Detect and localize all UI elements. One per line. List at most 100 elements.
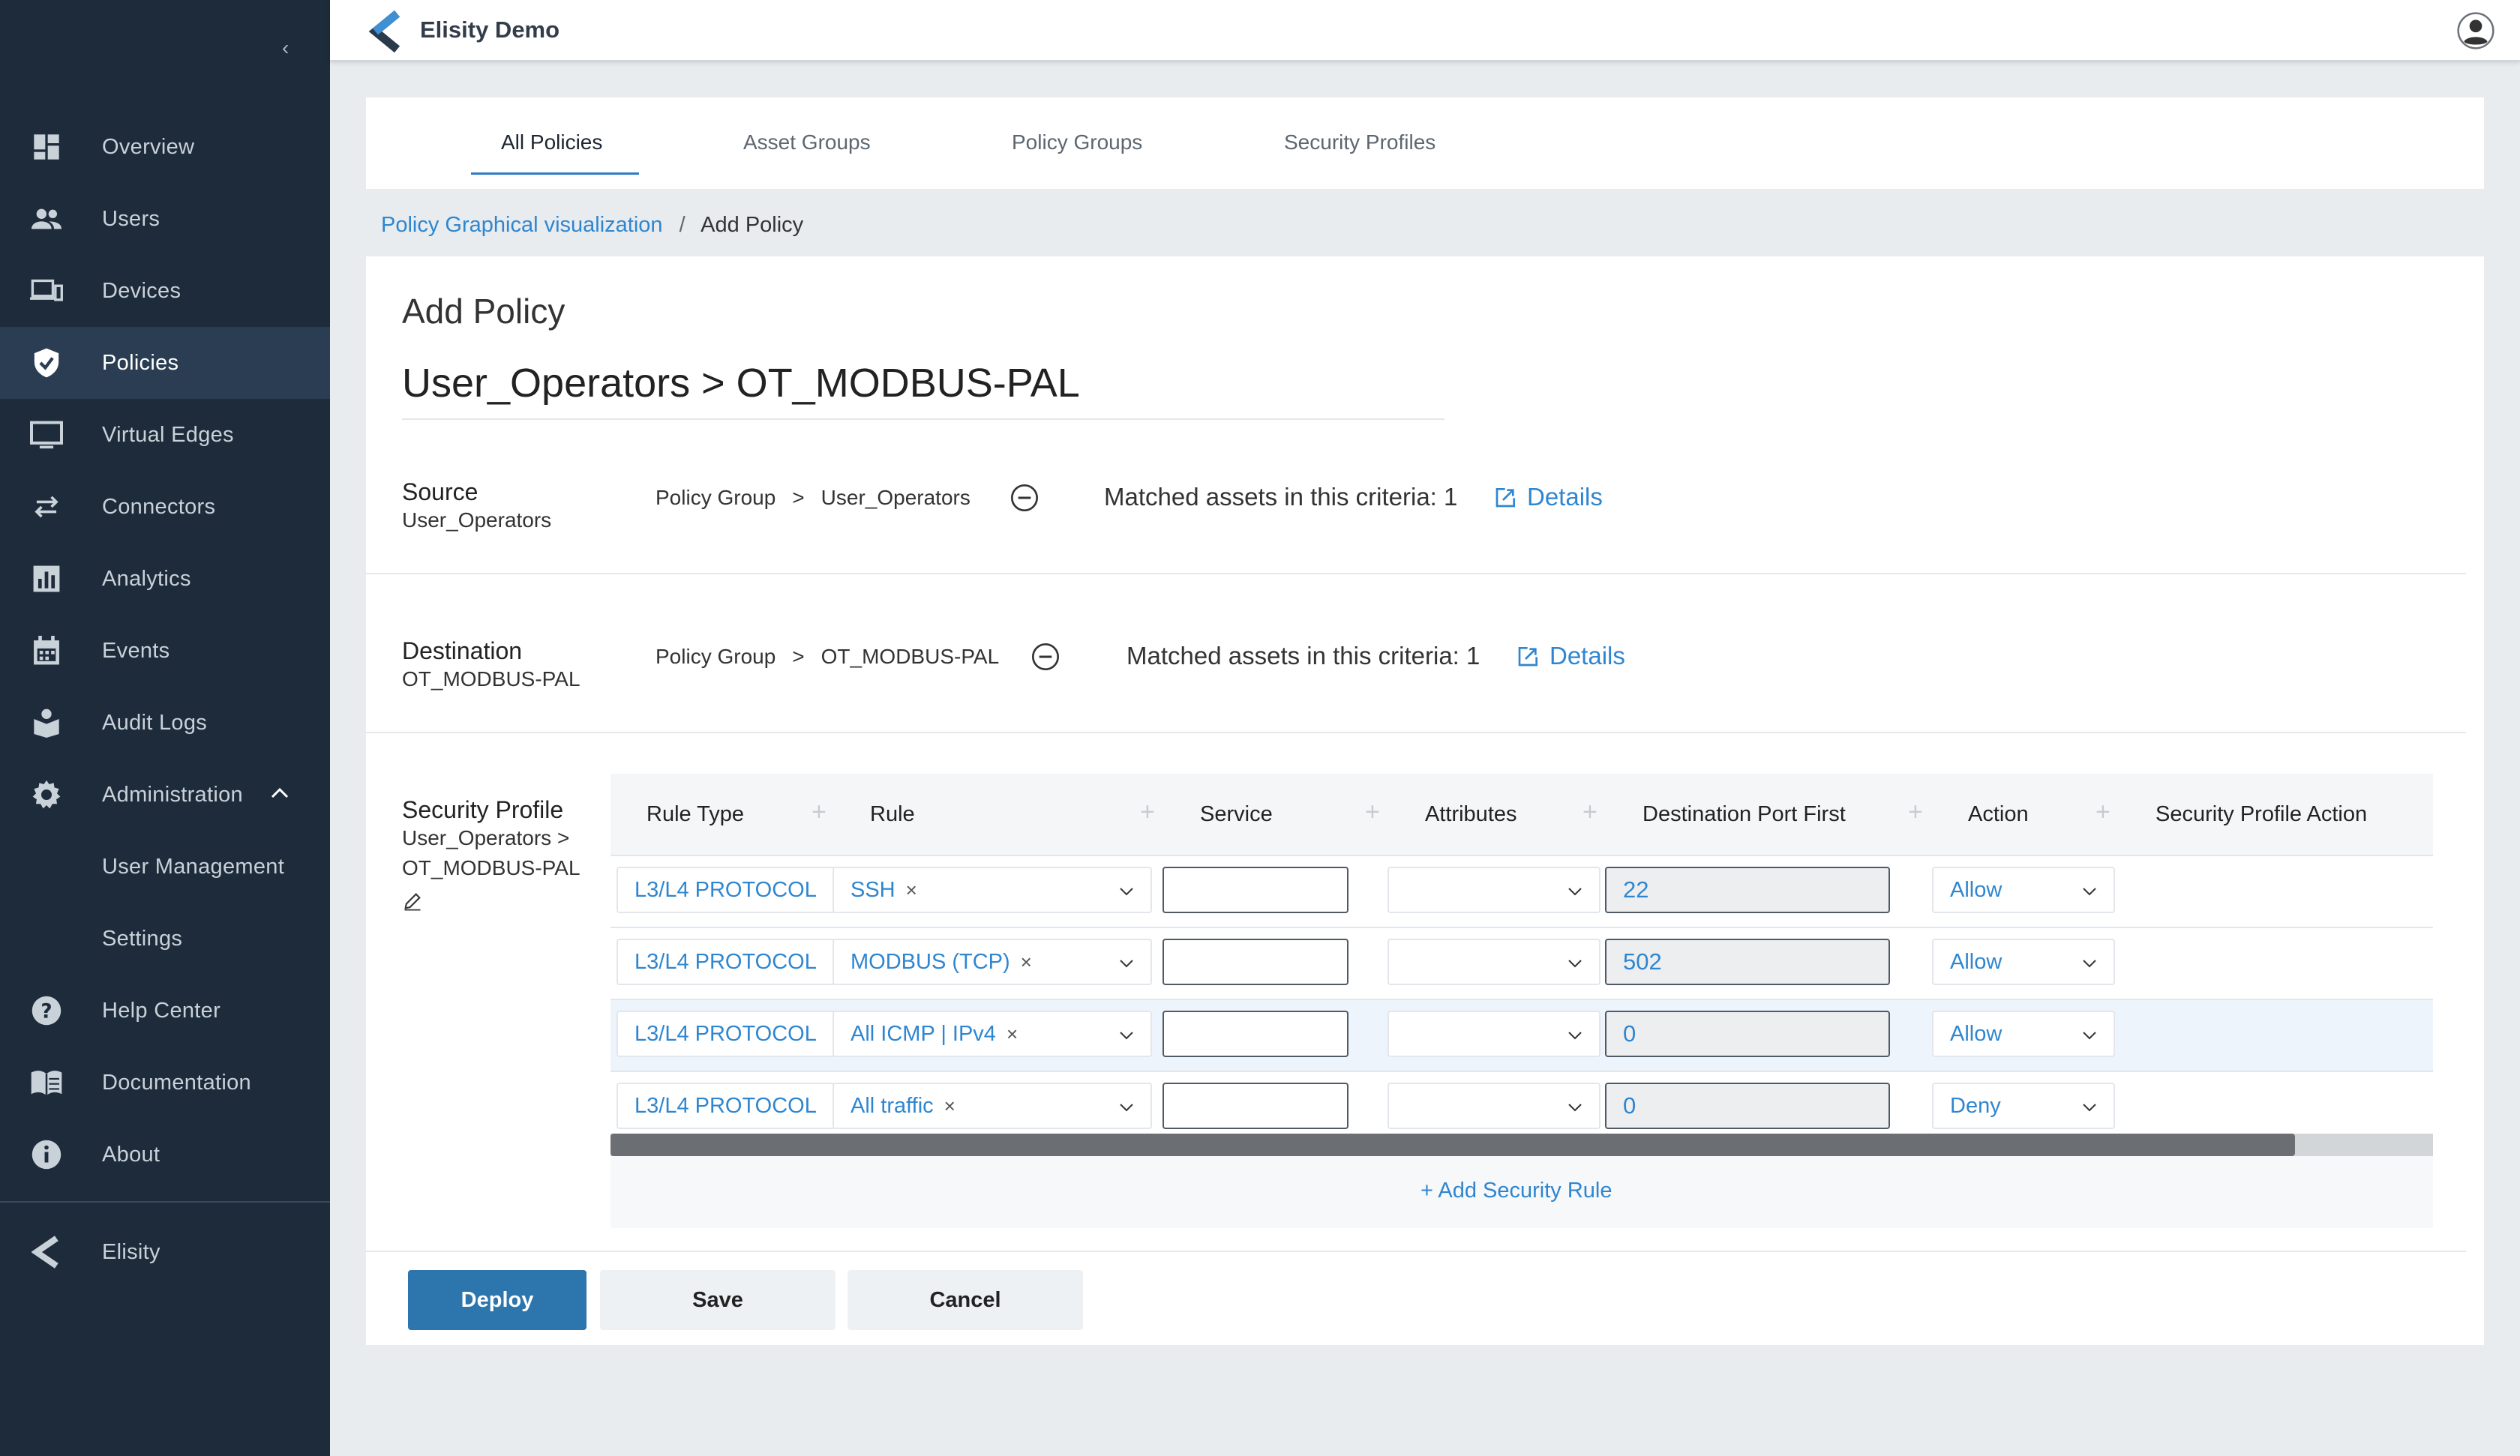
attributes-select[interactable]: [1388, 867, 1600, 913]
chevron-down-icon: [2083, 960, 2096, 968]
horizontal-scrollbar[interactable]: [610, 1134, 2433, 1156]
sidebar-item-overview[interactable]: Overview: [0, 111, 330, 183]
remove-rule-chip-icon[interactable]: ×: [1021, 951, 1032, 974]
sidebar-item-devices[interactable]: Devices: [0, 255, 330, 327]
column-header: Service: [1200, 802, 1273, 826]
column-resize-icon[interactable]: +: [2096, 798, 2110, 827]
sidebar-item-analytics[interactable]: Analytics: [0, 543, 330, 615]
rule-chip-label: SSH: [850, 877, 896, 902]
attributes-select[interactable]: [1388, 1083, 1600, 1129]
sidebar-item-label: Analytics: [102, 566, 191, 591]
save-button[interactable]: Save: [600, 1270, 836, 1330]
app-title: Elisity Demo: [420, 16, 560, 43]
sidebar-item-settings[interactable]: Settings: [0, 903, 330, 975]
column-resize-icon[interactable]: +: [1365, 798, 1380, 827]
column-header: Attributes: [1425, 802, 1517, 826]
add-rule-bar: + Add Security Rule: [610, 1156, 2433, 1228]
destination-title: Destination: [402, 637, 523, 664]
rules-table-header: Rule Type + Rule + Service + Attributes …: [610, 774, 2433, 856]
service-input[interactable]: [1162, 867, 1348, 913]
tab-policy-groups[interactable]: Policy Groups: [1012, 130, 1142, 154]
sidebar-item-connectors[interactable]: Connectors: [0, 471, 330, 543]
divider: [366, 732, 2466, 733]
edit-pencil-icon[interactable]: [402, 891, 423, 915]
sidebar-item-label: Devices: [102, 278, 182, 303]
destination-port-input[interactable]: 0: [1605, 1083, 1890, 1129]
column-header: Security Profile Action: [2156, 802, 2368, 826]
sidebar-item-label: Documentation: [102, 1070, 251, 1095]
sidebar-item-label: Settings: [102, 926, 183, 951]
remove-destination-criteria-icon[interactable]: [1030, 642, 1060, 672]
destination-port-input[interactable]: 22: [1605, 867, 1890, 913]
remove-source-criteria-icon[interactable]: [1010, 483, 1040, 513]
chevron-down-icon: [1120, 1032, 1133, 1040]
sidebar-item-label: Connectors: [102, 494, 216, 519]
scrollbar-thumb[interactable]: [610, 1134, 2295, 1156]
service-input[interactable]: [1162, 1011, 1348, 1057]
column-header: Destination Port First: [1642, 802, 1846, 826]
column-resize-icon[interactable]: +: [1582, 798, 1598, 827]
destination-details-link[interactable]: Details: [1516, 642, 1625, 670]
sidebar-item-user-management[interactable]: User Management: [0, 831, 330, 903]
rule-type-cell[interactable]: L3/L4 PROTOCOL: [616, 867, 836, 913]
rule-type-cell[interactable]: L3/L4 PROTOCOL: [616, 939, 836, 985]
breadcrumb-separator: /: [679, 213, 686, 237]
rule-type-cell[interactable]: L3/L4 PROTOCOL: [616, 1083, 836, 1129]
service-input[interactable]: [1162, 1083, 1348, 1129]
sidebar-item-policies[interactable]: Policies: [0, 327, 330, 399]
sidebar-item-label: Elisity: [102, 1239, 160, 1264]
deploy-button[interactable]: Deploy: [408, 1270, 586, 1330]
action-value: Deny: [1950, 1093, 2001, 1118]
tab-all-policies[interactable]: All Policies: [501, 130, 602, 154]
action-select[interactable]: Allow: [1932, 1011, 2115, 1057]
sidebar-item-audit-logs[interactable]: Audit Logs: [0, 687, 330, 759]
column-resize-icon[interactable]: +: [812, 798, 826, 827]
sidebar-item-label: Overview: [102, 134, 195, 159]
remove-rule-chip-icon[interactable]: ×: [944, 1095, 956, 1118]
devices-icon: [30, 274, 63, 307]
rule-select[interactable]: All traffic ×: [832, 1083, 1152, 1129]
destination-port-input[interactable]: 0: [1605, 1011, 1890, 1057]
column-resize-icon[interactable]: +: [1140, 798, 1155, 827]
sidebar-item-label: Events: [102, 638, 170, 663]
sidebar-item-administration[interactable]: Administration: [0, 759, 330, 831]
action-select[interactable]: Allow: [1932, 867, 2115, 913]
breadcrumb-link[interactable]: Policy Graphical visualization: [381, 213, 663, 237]
tab-security-profiles[interactable]: Security Profiles: [1284, 130, 1436, 154]
rule-select[interactable]: SSH ×: [832, 867, 1152, 913]
destination-port-input[interactable]: 502: [1605, 939, 1890, 985]
rule-type-cell[interactable]: L3/L4 PROTOCOL: [616, 1011, 836, 1057]
column-resize-icon[interactable]: +: [1908, 798, 1923, 827]
tab-asset-groups[interactable]: Asset Groups: [743, 130, 871, 154]
sidebar-item-about[interactable]: About: [0, 1119, 330, 1191]
policy-name-field[interactable]: User_Operators > OT_MODBUS-PAL: [402, 360, 1444, 420]
source-value: User_Operators: [402, 508, 552, 532]
action-value: Allow: [1950, 877, 2002, 902]
attributes-select[interactable]: [1388, 1011, 1600, 1057]
sidebar-item-help-center[interactable]: ? Help Center: [0, 975, 330, 1047]
sidebar-item-virtual-edges[interactable]: Virtual Edges: [0, 399, 330, 471]
rule-select[interactable]: MODBUS (TCP) ×: [832, 939, 1152, 985]
service-input[interactable]: [1162, 939, 1348, 985]
sidebar-item-elisity[interactable]: Elisity: [0, 1216, 330, 1288]
user-avatar[interactable]: [2457, 12, 2494, 49]
remove-rule-chip-icon[interactable]: ×: [906, 879, 917, 902]
sidebar-item-events[interactable]: Events: [0, 615, 330, 687]
source-details-link[interactable]: Details: [1494, 483, 1603, 511]
sidebar-item-documentation[interactable]: Documentation: [0, 1047, 330, 1119]
collapse-sidebar-button[interactable]: ‹: [282, 36, 289, 60]
remove-rule-chip-icon[interactable]: ×: [1006, 1023, 1018, 1046]
source-criteria: Policy Group > User_Operators: [656, 486, 970, 510]
sidebar-divider: [0, 1201, 330, 1203]
chevron-down-icon: [2083, 888, 2096, 896]
grid-icon: [30, 130, 63, 163]
action-select[interactable]: Deny: [1932, 1083, 2115, 1129]
column-header: Action: [1968, 802, 2029, 826]
sidebar-item-users[interactable]: Users: [0, 183, 330, 255]
attributes-select[interactable]: [1388, 939, 1600, 985]
rule-select[interactable]: All ICMP | IPv4 ×: [832, 1011, 1152, 1057]
info-icon: [30, 1138, 63, 1171]
add-security-rule-button[interactable]: + Add Security Rule: [1420, 1179, 1612, 1203]
action-select[interactable]: Allow: [1932, 939, 2115, 985]
cancel-button[interactable]: Cancel: [848, 1270, 1083, 1330]
